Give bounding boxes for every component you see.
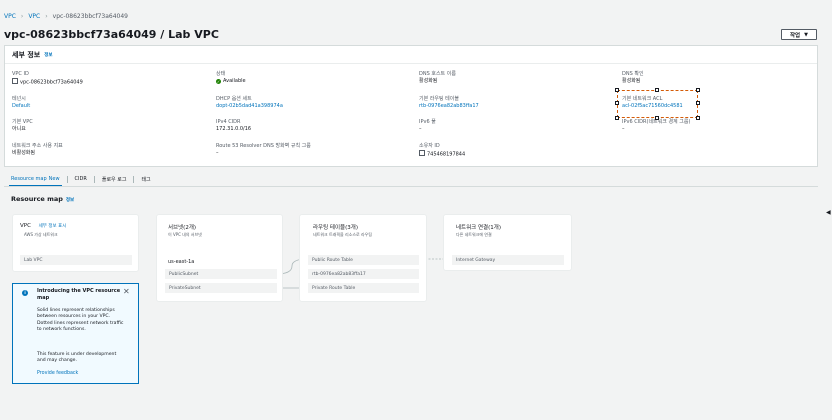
- notice-title: Introducing the VPC resource map: [37, 288, 121, 301]
- subnets-card-title: 서브넷(2개): [168, 225, 197, 231]
- route-tables-card-subtitle: 네트워크 트래픽을 리소스로 라우팅: [313, 232, 373, 237]
- subnets-card-subtitle: 이 VPC 내의 서브넷: [168, 232, 202, 237]
- show-details-link[interactable]: 세부 정보 표시: [39, 224, 67, 229]
- route-table-node[interactable]: rtb-0976ea82ab83ffa17: [308, 269, 419, 279]
- vpc-card-label: VPC: [20, 223, 31, 229]
- route-tables-card-title: 라우팅 테이블(3개): [313, 225, 358, 231]
- vpc-card-title: VPC 세부 정보 표시: [20, 223, 66, 229]
- subnet-node[interactable]: PublicSubnet: [165, 269, 277, 279]
- resource-map-notice: i ✕ Introducing the VPC resource map Sol…: [12, 283, 139, 384]
- network-connections-card: 네트워크 연결(1개) 다른 네트워크에 연결 Internet Gateway: [443, 214, 572, 271]
- route-table-node[interactable]: Private Route Table: [308, 283, 419, 293]
- vpc-card: VPC 세부 정보 표시 AWS 가상 네트워크 Lab VPC: [12, 214, 139, 272]
- collapse-panel-icon[interactable]: ◀: [826, 209, 831, 216]
- provide-feedback-link[interactable]: Provide feedback: [37, 371, 78, 376]
- route-tables-card: 라우팅 테이블(3개) 네트워크 트래픽을 리소스로 라우팅 Public Ro…: [299, 214, 427, 302]
- subnet-node[interactable]: PrivateSubnet: [165, 283, 277, 293]
- close-icon[interactable]: ✕: [123, 287, 130, 296]
- vpc-node[interactable]: Lab VPC: [20, 255, 132, 265]
- internet-gateway-node[interactable]: Internet Gateway: [452, 255, 564, 265]
- notice-body: This feature is under development and ma…: [37, 352, 117, 364]
- route-table-node[interactable]: Public Route Table: [308, 255, 419, 265]
- info-icon: i: [22, 290, 28, 296]
- availability-zone-label: us-east-1a: [168, 259, 195, 265]
- notice-body: Solid lines represent relationships betw…: [37, 308, 124, 332]
- vpc-card-subtitle: AWS 가상 네트워크: [24, 232, 58, 237]
- network-connections-card-title: 네트워크 연결(1개): [456, 225, 501, 231]
- subnets-card: 서브넷(2개) 이 VPC 내의 서브넷 us-east-1a PublicSu…: [156, 214, 283, 302]
- network-connections-card-subtitle: 다른 네트워크에 연결: [456, 232, 492, 237]
